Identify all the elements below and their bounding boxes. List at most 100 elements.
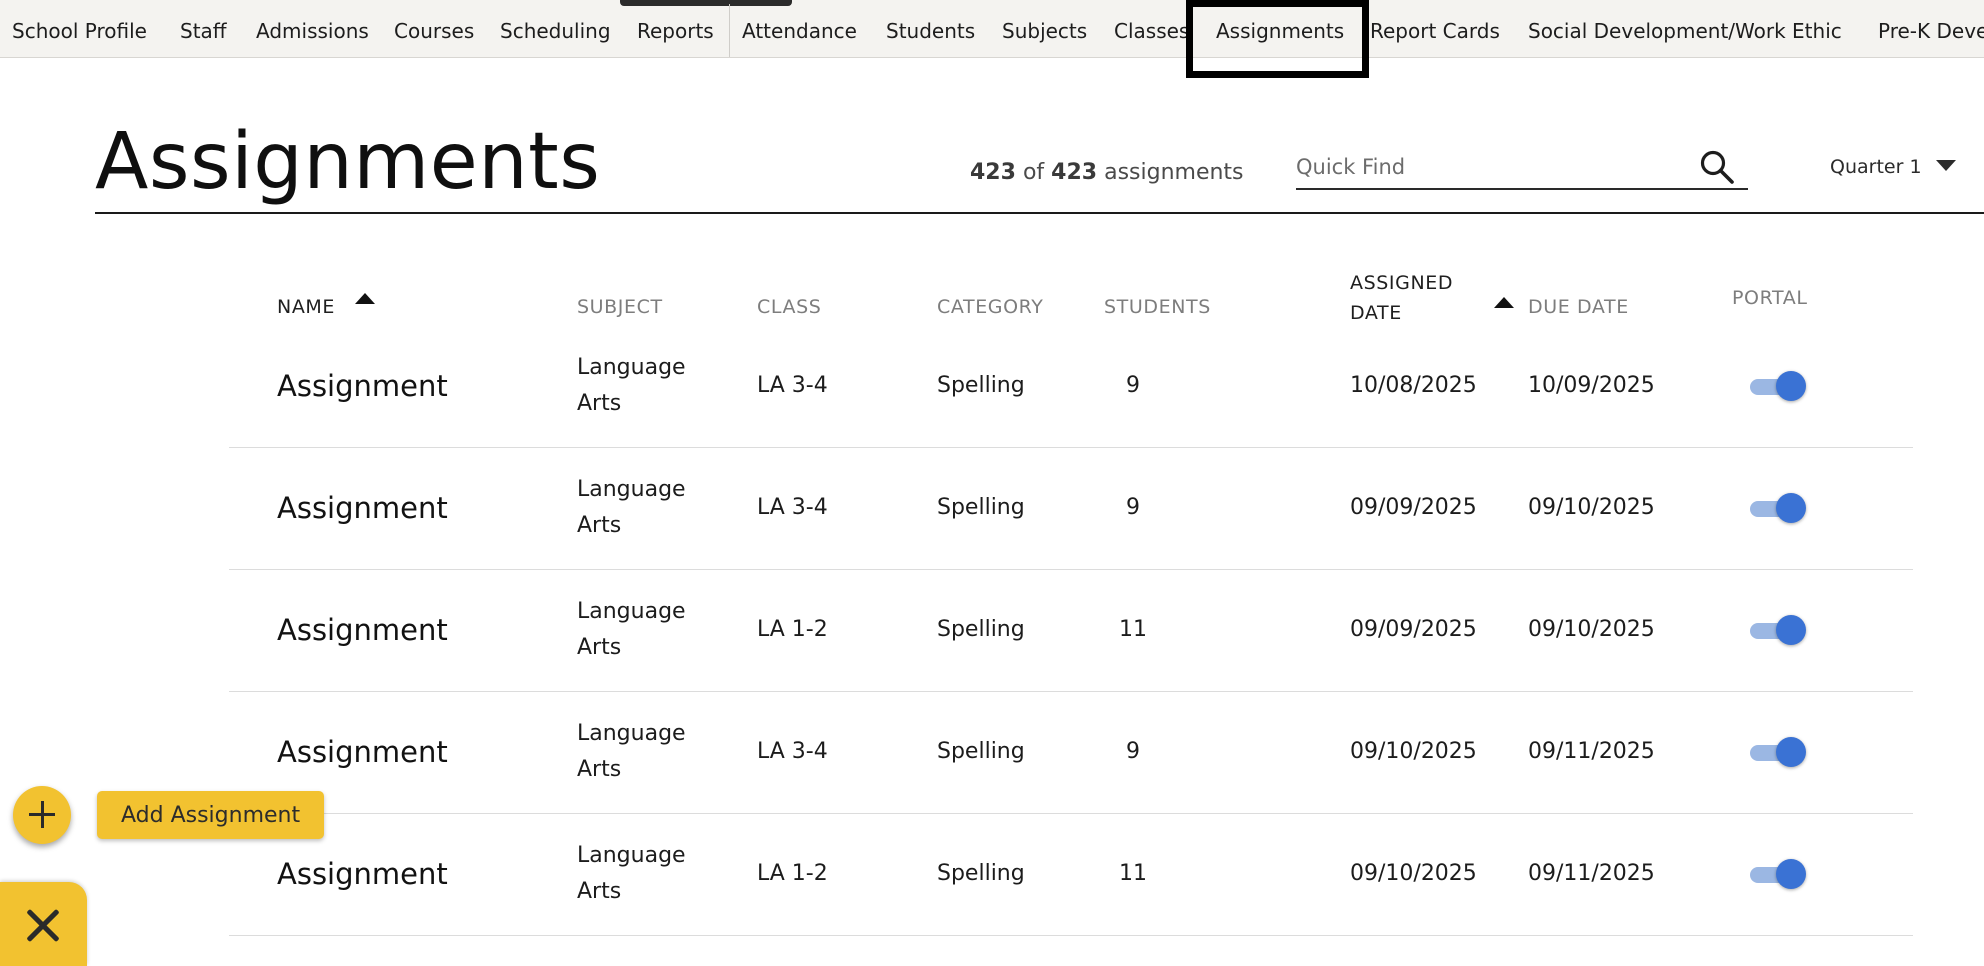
nav-item-classes[interactable]: Classes: [1114, 0, 1189, 57]
count-shown: 423: [970, 160, 1016, 185]
assignment-name[interactable]: Assignment: [277, 368, 448, 404]
assigned-date: 09/09/2025: [1350, 617, 1477, 642]
table-row[interactable]: Assignment Language Arts LA 1-2 Spelling…: [229, 814, 1913, 936]
add-assignment-fab[interactable]: [13, 786, 71, 844]
assigned-header-line2: DATE: [1350, 302, 1402, 324]
assignment-count: 423 of 423 assignments: [970, 160, 1244, 185]
toggle-knob: [1776, 859, 1806, 889]
column-header-name[interactable]: NAME: [277, 292, 335, 322]
table-row[interactable]: Assignment Language Arts LA 1-2 Spelling…: [229, 570, 1913, 692]
assignment-name[interactable]: Assignment: [277, 734, 448, 770]
assignment-category: Spelling: [937, 495, 1025, 520]
nav-item-report-cards[interactable]: Report Cards: [1370, 0, 1500, 57]
nav-item-reports[interactable]: Reports: [637, 0, 714, 57]
nav-item-scheduling[interactable]: Scheduling: [500, 0, 611, 57]
assignment-students: 11: [1119, 861, 1147, 886]
assignment-class: LA 3-4: [757, 373, 828, 398]
toggle-knob: [1776, 371, 1806, 401]
assignment-category: Spelling: [937, 861, 1025, 886]
nav-item-staff[interactable]: Staff: [180, 0, 227, 57]
page-title: Assignments: [95, 117, 601, 207]
subject-line: Arts: [577, 635, 622, 660]
count-of: of: [1022, 160, 1045, 185]
due-date: 09/11/2025: [1528, 861, 1655, 886]
assignment-subject: Language Arts: [577, 350, 707, 422]
header-divider: [95, 212, 1984, 214]
assignment-class: LA 1-2: [757, 861, 828, 886]
nav-item-subjects[interactable]: Subjects: [1002, 0, 1087, 57]
nav-item-attendance[interactable]: Attendance: [742, 0, 857, 57]
search-icon[interactable]: [1698, 148, 1736, 186]
assigned-date: 10/08/2025: [1350, 373, 1477, 398]
assignment-name[interactable]: Assignment: [277, 856, 448, 892]
quarter-select[interactable]: Quarter 1: [1830, 156, 1956, 178]
subject-line: Language: [577, 477, 686, 502]
column-header-assigned-date[interactable]: ASSIGNED DATE: [1350, 268, 1453, 328]
due-date: 10/09/2025: [1528, 373, 1655, 398]
assignment-category: Spelling: [937, 739, 1025, 764]
column-header-category[interactable]: CATEGORY: [937, 292, 1043, 322]
caret-down-icon: [1935, 160, 1956, 171]
assignment-category: Spelling: [937, 373, 1025, 398]
table-row[interactable]: Assignment Language Arts LA 3-4 Spelling…: [229, 326, 1913, 448]
subject-line: Arts: [577, 391, 622, 416]
assignment-subject: Language Arts: [577, 472, 707, 544]
portal-toggle[interactable]: [1748, 615, 1808, 645]
nav-item-students[interactable]: Students: [886, 0, 975, 57]
nav-divider: [729, 4, 730, 57]
close-actions-button[interactable]: [0, 882, 87, 966]
assignment-students: 9: [1126, 373, 1140, 398]
due-date: 09/11/2025: [1528, 739, 1655, 764]
assignment-subject: Language Arts: [577, 594, 707, 666]
nav-item-school-profile[interactable]: School Profile: [12, 0, 147, 57]
table-row[interactable]: Assignment Language Arts LA 3-4 Spelling…: [229, 692, 1913, 814]
count-suffix: assignments: [1104, 160, 1244, 185]
subject-line: Arts: [577, 757, 622, 782]
subject-line: Arts: [577, 879, 622, 904]
top-navigation: School Profile Staff Admissions Courses …: [0, 0, 1984, 58]
quick-find: [1296, 144, 1748, 190]
subject-line: Language: [577, 355, 686, 380]
assignment-students: 11: [1119, 617, 1147, 642]
nav-item-admissions[interactable]: Admissions: [256, 0, 369, 57]
nav-item-courses[interactable]: Courses: [394, 0, 474, 57]
column-header-class[interactable]: CLASS: [757, 292, 821, 322]
assigned-date: 09/10/2025: [1350, 739, 1477, 764]
subject-line: Arts: [577, 513, 622, 538]
sort-ascending-icon[interactable]: [355, 293, 375, 304]
column-header-students[interactable]: STUDENTS: [1104, 292, 1211, 322]
table-row[interactable]: Assignment Language Arts LA 3-4 Spelling…: [229, 448, 1913, 570]
portal-toggle[interactable]: [1748, 493, 1808, 523]
count-total: 423: [1051, 160, 1098, 185]
column-header-portal[interactable]: PORTAL: [1732, 283, 1808, 313]
assignment-class: LA 1-2: [757, 617, 828, 642]
column-header-subject[interactable]: SUBJECT: [577, 292, 663, 322]
portal-toggle[interactable]: [1748, 371, 1808, 401]
assignment-students: 9: [1126, 495, 1140, 520]
quarter-value: Quarter 1: [1830, 156, 1922, 178]
assignment-students: 9: [1126, 739, 1140, 764]
toggle-knob: [1776, 737, 1806, 767]
subject-line: Language: [577, 843, 686, 868]
toggle-knob: [1776, 493, 1806, 523]
assigned-header-line1: ASSIGNED: [1350, 272, 1454, 294]
nav-item-pre-k[interactable]: Pre-K Deve: [1878, 0, 1984, 57]
portal-toggle[interactable]: [1748, 737, 1808, 767]
due-date: 09/10/2025: [1528, 617, 1655, 642]
due-date: 09/10/2025: [1528, 495, 1655, 520]
assigned-date: 09/10/2025: [1350, 861, 1477, 886]
nav-item-social-development[interactable]: Social Development/Work Ethic: [1528, 0, 1842, 57]
toggle-knob: [1776, 615, 1806, 645]
assignment-name[interactable]: Assignment: [277, 612, 448, 648]
sort-ascending-icon[interactable]: [1494, 297, 1514, 308]
portal-toggle[interactable]: [1748, 859, 1808, 889]
column-header-due-date[interactable]: DUE DATE: [1528, 292, 1629, 322]
add-assignment-button[interactable]: Add Assignment: [97, 791, 325, 839]
nav-item-assignments[interactable]: Assignments: [1216, 0, 1344, 57]
search-input[interactable]: [1296, 150, 1686, 184]
assignment-name[interactable]: Assignment: [277, 490, 448, 526]
assignment-subject: Language Arts: [577, 716, 707, 788]
assigned-date: 09/09/2025: [1350, 495, 1477, 520]
assignment-class: LA 3-4: [757, 495, 828, 520]
subject-line: Language: [577, 721, 686, 746]
